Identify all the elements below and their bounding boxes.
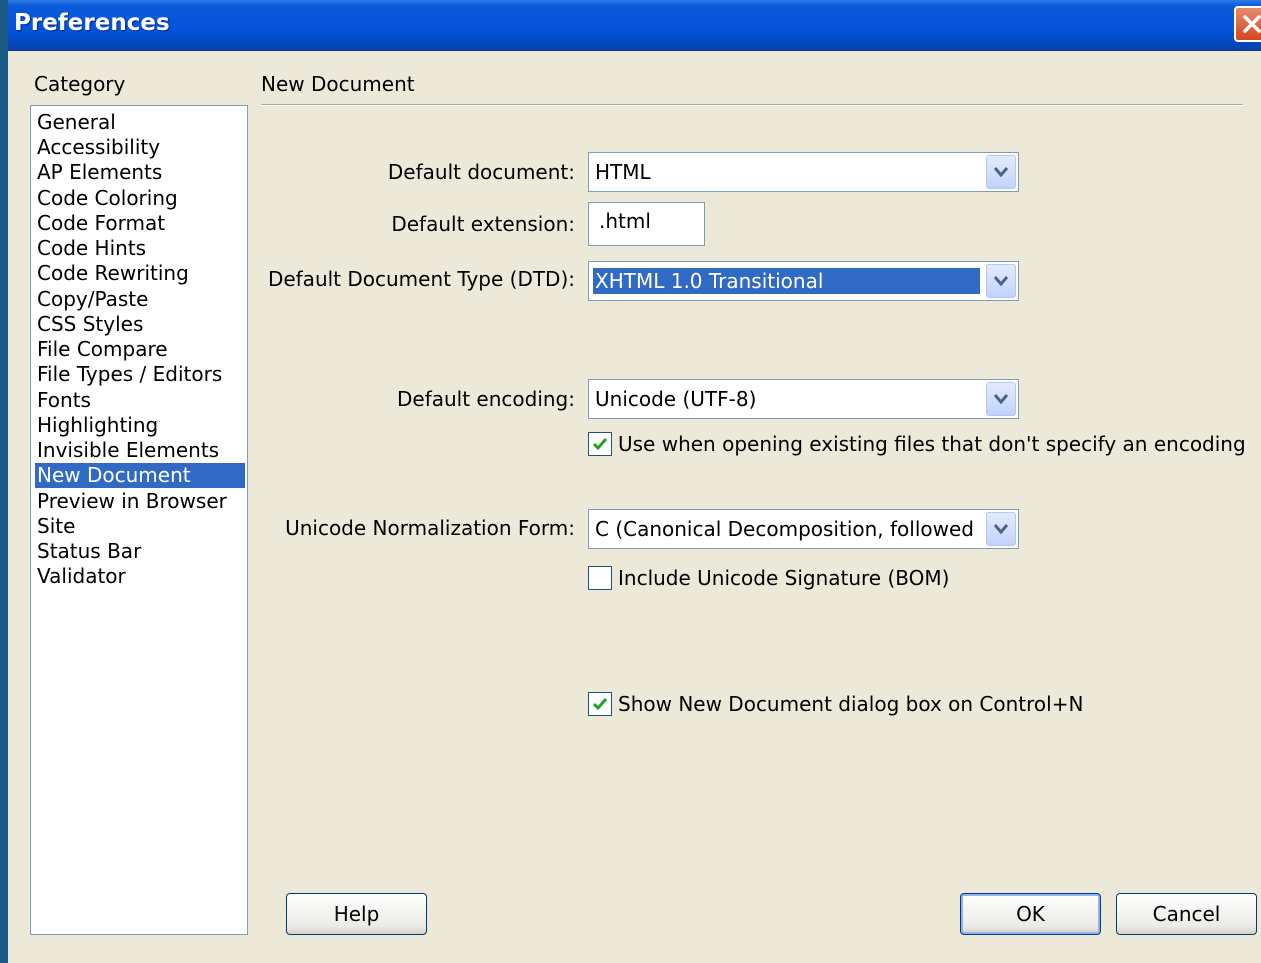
encoding-select[interactable]: Unicode (UTF-8): [588, 379, 1019, 419]
dropdown-button[interactable]: [986, 382, 1016, 416]
check-icon: [592, 698, 608, 711]
help-button[interactable]: Help: [286, 893, 427, 935]
encoding-value: Unicode (UTF-8): [595, 387, 757, 411]
default-document-select[interactable]: HTML: [588, 152, 1019, 192]
cancel-button[interactable]: Cancel: [1116, 893, 1257, 935]
chevron-down-icon: [994, 167, 1008, 177]
category-item-site[interactable]: Site: [35, 514, 245, 539]
bom-label: Include Unicode Signature (BOM): [618, 566, 950, 590]
dropdown-button[interactable]: [986, 264, 1016, 298]
title-bar: Preferences: [8, 0, 1261, 51]
category-item-validator[interactable]: Validator: [35, 564, 245, 589]
dtd-select[interactable]: XHTML 1.0 Transitional: [588, 261, 1019, 301]
category-item-code-hints[interactable]: Code Hints: [35, 236, 245, 261]
category-item-code-format[interactable]: Code Format: [35, 211, 245, 236]
encoding-label: Default encoding:: [396, 387, 575, 411]
use-encoding-checkbox[interactable]: [588, 432, 612, 456]
normalization-value: C (Canonical Decomposition, followed by …: [595, 517, 980, 541]
chevron-down-icon: [994, 276, 1008, 286]
category-item-css-styles[interactable]: CSS Styles: [35, 312, 245, 337]
check-icon: [592, 438, 608, 451]
show-dialog-checkbox[interactable]: [588, 692, 612, 716]
default-document-value: HTML: [595, 160, 651, 184]
category-item-status-bar[interactable]: Status Bar: [35, 539, 245, 564]
default-extension-input[interactable]: .html: [588, 202, 705, 246]
ok-button[interactable]: OK: [960, 893, 1101, 935]
chevron-down-icon: [994, 394, 1008, 404]
section-divider: [261, 104, 1243, 106]
category-item-file-types-editors[interactable]: File Types / Editors: [35, 362, 245, 387]
category-item-ap-elements[interactable]: AP Elements: [35, 160, 245, 185]
dtd-value: XHTML 1.0 Transitional: [593, 268, 980, 294]
category-list[interactable]: General Accessibility AP Elements Code C…: [30, 105, 248, 935]
category-item-preview-in-browser[interactable]: Preview in Browser: [35, 489, 245, 514]
window-title: Preferences: [14, 10, 170, 36]
close-button[interactable]: [1234, 6, 1261, 42]
close-icon: [1243, 15, 1261, 33]
preferences-dialog: Preferences Category General Accessibili…: [8, 0, 1261, 963]
dropdown-button[interactable]: [986, 155, 1016, 189]
category-item-new-document[interactable]: New Document: [35, 463, 245, 488]
dropdown-button[interactable]: [986, 512, 1016, 546]
section-title: New Document: [261, 72, 415, 96]
category-item-fonts[interactable]: Fonts: [35, 388, 245, 413]
normalization-label: Unicode Normalization Form:: [285, 516, 575, 540]
category-item-code-rewriting[interactable]: Code Rewriting: [35, 261, 245, 286]
category-item-code-coloring[interactable]: Code Coloring: [35, 186, 245, 211]
chevron-down-icon: [994, 524, 1008, 534]
category-item-accessibility[interactable]: Accessibility: [35, 135, 245, 160]
category-item-file-compare[interactable]: File Compare: [35, 337, 245, 362]
default-extension-label: Default extension:: [391, 212, 575, 236]
category-item-highlighting[interactable]: Highlighting: [35, 413, 245, 438]
category-item-invisible-elements[interactable]: Invisible Elements: [35, 438, 245, 463]
category-item-general[interactable]: General: [35, 110, 245, 135]
bom-checkbox[interactable]: [588, 566, 612, 590]
category-heading: Category: [34, 72, 126, 96]
category-item-copy-paste[interactable]: Copy/Paste: [35, 287, 245, 312]
use-encoding-label: Use when opening existing files that don…: [618, 432, 1246, 456]
dtd-label: Default Document Type (DTD):: [267, 267, 575, 291]
normalization-select[interactable]: C (Canonical Decomposition, followed by …: [588, 509, 1019, 549]
default-document-label: Default document:: [387, 160, 575, 184]
show-dialog-label: Show New Document dialog box on Control+…: [618, 692, 1084, 716]
